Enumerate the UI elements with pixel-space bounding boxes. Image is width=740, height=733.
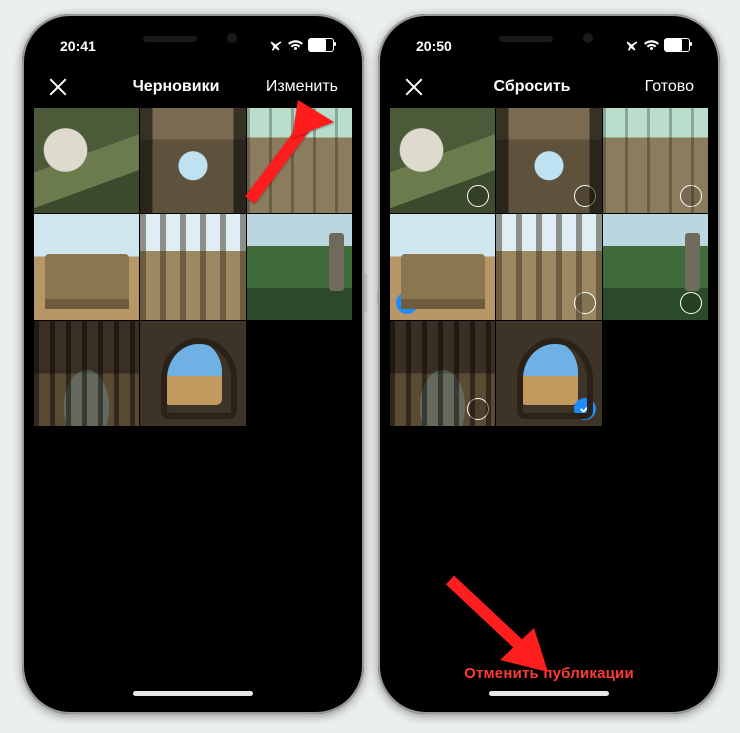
wifi-icon [288,40,303,51]
draft-thumb[interactable] [603,108,708,213]
close-icon [48,77,68,97]
draft-thumb[interactable] [390,321,495,426]
screen-left: 20:41 Черновики Изменить [34,26,352,702]
status-icons [625,38,690,52]
battery-icon [664,38,690,52]
wifi-icon [644,40,659,51]
screen-right: 20:50 Сбросить Готово [390,26,708,702]
draft-thumb[interactable] [140,108,245,213]
close-icon [404,77,424,97]
home-indicator[interactable] [489,691,609,696]
phone-right: 20:50 Сбросить Готово [378,14,720,714]
empty-cell [247,321,352,426]
draft-thumb[interactable] [34,108,139,213]
draft-thumb[interactable] [496,321,601,426]
draft-thumb[interactable] [140,214,245,319]
empty-cell [603,321,708,426]
select-checked-icon[interactable] [396,292,418,314]
draft-thumb[interactable] [34,214,139,319]
draft-thumb[interactable] [496,108,601,213]
select-circle-icon[interactable] [680,185,702,207]
nav-bar: Сбросить Готово [390,66,708,108]
nav-bar: Черновики Изменить [34,66,352,108]
notch [469,26,629,52]
discard-posts-button[interactable]: Отменить публикации [390,665,708,682]
draft-thumb[interactable] [390,108,495,213]
select-circle-icon[interactable] [574,292,596,314]
status-icons [269,38,334,52]
draft-thumb[interactable] [390,214,495,319]
select-circle-icon[interactable] [680,292,702,314]
draft-thumb[interactable] [140,321,245,426]
done-button[interactable]: Готово [608,78,694,96]
select-circle-icon[interactable] [467,398,489,420]
status-time: 20:41 [60,38,96,54]
draft-thumb[interactable] [603,214,708,319]
phone-left: 20:41 Черновики Изменить [22,14,364,714]
battery-icon [308,38,334,52]
stage: Яof 20:41 Черновики Изменить [0,0,740,733]
select-checked-icon[interactable] [574,398,596,420]
drafts-grid [34,108,352,426]
edit-button[interactable]: Изменить [252,78,338,96]
close-button[interactable] [48,77,100,97]
close-button[interactable] [404,77,456,97]
nav-title: Сбросить [456,78,608,96]
select-circle-icon[interactable] [574,185,596,207]
nav-title: Черновики [100,78,252,96]
draft-thumb[interactable] [247,108,352,213]
status-time: 20:50 [416,38,452,54]
home-indicator[interactable] [133,691,253,696]
select-circle-icon[interactable] [467,185,489,207]
notch [113,26,273,52]
drafts-grid-select [390,108,708,426]
draft-thumb[interactable] [496,214,601,319]
draft-thumb[interactable] [34,321,139,426]
draft-thumb[interactable] [247,214,352,319]
